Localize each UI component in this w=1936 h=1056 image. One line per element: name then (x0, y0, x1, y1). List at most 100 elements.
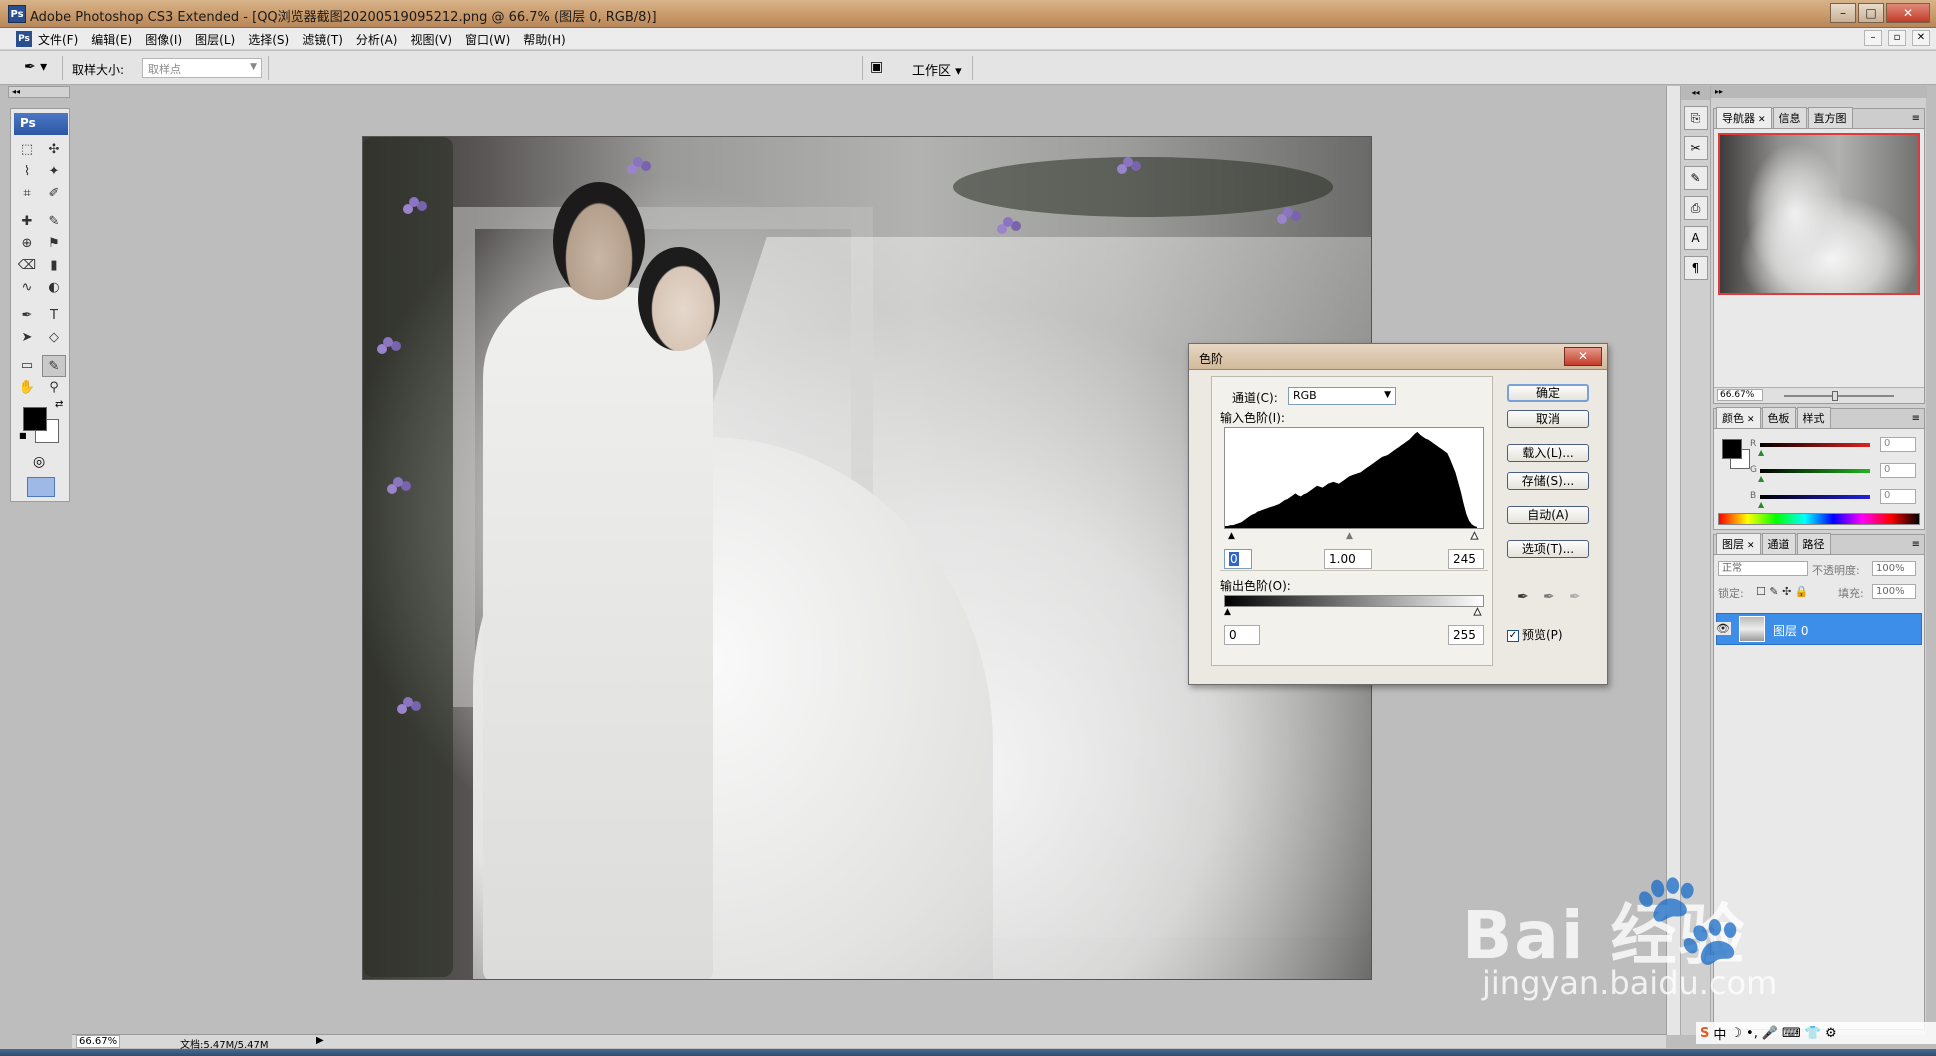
tab-color[interactable]: 颜色 ✕ (1716, 407, 1761, 428)
opacity-field[interactable]: 100% (1872, 561, 1916, 576)
panel-menu-icon[interactable]: ≡ (1912, 539, 1920, 550)
doc-close-button[interactable]: ✕ (1912, 30, 1930, 46)
dialog-close-button[interactable]: ✕ (1564, 347, 1602, 366)
tools-icon[interactable]: ✂ (1683, 136, 1708, 160)
sample-size-select[interactable]: 取样点 ▼ (142, 58, 262, 78)
lasso-tool-icon[interactable]: ⌇ (15, 161, 39, 183)
ok-button[interactable]: 确定 (1507, 384, 1589, 402)
brush-tool-icon[interactable]: ✎ (42, 211, 66, 233)
tab-styles[interactable]: 样式 (1796, 407, 1831, 428)
cancel-button[interactable]: 取消 (1507, 410, 1589, 428)
close-icon[interactable]: ✕ (1747, 541, 1755, 551)
channel-select[interactable]: RGB ▼ (1288, 387, 1396, 405)
tab-layers[interactable]: 图层 ✕ (1716, 533, 1761, 554)
layer-row[interactable]: 👁 图层 0 (1715, 613, 1922, 645)
blend-mode-select[interactable]: 正常 (1718, 561, 1808, 576)
black-eyedropper-icon[interactable]: ✒ (1517, 589, 1529, 605)
expand-panels-icon[interactable]: ◂◂ (1681, 86, 1710, 100)
dodge-tool-icon[interactable]: ◐ (42, 277, 66, 299)
eyedropper-icon[interactable]: ✒ ▾ (24, 59, 56, 77)
navigator-thumbnail[interactable] (1718, 133, 1920, 295)
close-icon[interactable]: ✕ (1758, 115, 1766, 125)
path-selection-tool-icon[interactable]: ➤ (15, 327, 39, 349)
blue-slider[interactable]: B ▲ 0 (1750, 489, 1920, 509)
menu-window[interactable]: 窗口(W) (465, 31, 510, 48)
dock-collapse-strip[interactable]: ▸▸ (1711, 86, 1927, 98)
output-black-field[interactable]: 0 (1224, 625, 1260, 645)
red-slider[interactable]: R ▲ 0 (1750, 437, 1920, 457)
magic-wand-tool-icon[interactable]: ✦ (42, 161, 66, 183)
menu-select[interactable]: 选择(S) (248, 31, 289, 48)
options-button[interactable]: 选项(T)... (1507, 540, 1589, 558)
menu-edit[interactable]: 编辑(E) (91, 31, 132, 48)
punctuation-icon[interactable]: •, (1746, 1026, 1758, 1041)
vertical-scrollbar[interactable] (1666, 86, 1680, 1035)
output-white-handle[interactable]: ▲ (1474, 607, 1482, 618)
swap-colors-icon[interactable]: ⇄ (55, 399, 63, 410)
blur-tool-icon[interactable]: ∿ (15, 277, 39, 299)
menu-layer[interactable]: 图层(L) (195, 31, 235, 48)
input-gamma-field[interactable]: 1.00 (1324, 549, 1372, 569)
output-white-field[interactable]: 255 (1448, 625, 1484, 645)
gamma-handle[interactable]: ▲ (1346, 531, 1353, 541)
pen-tool-icon[interactable]: ✒ (15, 305, 39, 327)
green-value[interactable]: 0 (1880, 463, 1916, 478)
document-icon[interactable]: Ps (16, 31, 32, 47)
paragraph-icon[interactable]: ¶ (1683, 256, 1708, 280)
history-icon[interactable]: ⎘ (1683, 106, 1708, 130)
black-point-handle[interactable]: ▲ (1228, 531, 1235, 541)
healing-brush-tool-icon[interactable]: ✚ (15, 211, 39, 233)
settings-icon[interactable]: ⚙ (1825, 1026, 1837, 1041)
marquee-tool-icon[interactable]: ⬚ (15, 139, 39, 161)
load-button[interactable]: 载入(L)... (1507, 444, 1589, 462)
tab-histogram[interactable]: 直方图 (1807, 107, 1853, 128)
menu-analysis[interactable]: 分析(A) (356, 31, 398, 48)
eyedropper-tool-icon[interactable]: ✎ (42, 355, 66, 377)
ime-mode[interactable]: 中 (1713, 1024, 1726, 1043)
zoom-field[interactable]: 66.67% (76, 1035, 120, 1048)
default-colors-icon[interactable]: ■ (19, 431, 27, 440)
menu-file[interactable]: 文件(F) (38, 31, 78, 48)
quick-mask-icon[interactable]: ◎ (33, 454, 45, 470)
move-tool-icon[interactable]: ✣ (42, 139, 66, 161)
close-icon[interactable]: ✕ (1747, 415, 1755, 425)
white-eyedropper-icon[interactable]: ✒ (1569, 589, 1581, 605)
preview-checkbox[interactable]: ✓ 预览(P) (1507, 626, 1563, 643)
doc-restore-button[interactable]: ▫ (1888, 30, 1906, 46)
type-tool-icon[interactable]: T (42, 305, 66, 327)
panel-menu-icon[interactable]: ≡ (1912, 413, 1920, 424)
notes-tool-icon[interactable]: ▭ (15, 355, 39, 377)
visibility-eye-icon[interactable]: 👁 (1715, 622, 1731, 635)
gradient-tool-icon[interactable]: ▮ (42, 255, 66, 277)
color-fg-swatch[interactable] (1722, 439, 1742, 459)
save-button[interactable]: 存储(S)... (1507, 472, 1589, 490)
workspace-menu[interactable]: 工作区 ▾ (912, 60, 962, 79)
close-button[interactable]: ✕ (1886, 3, 1930, 23)
zoom-slider-track[interactable] (1784, 395, 1894, 397)
play-icon[interactable]: ▶ (316, 1035, 324, 1046)
crop-tool-icon[interactable]: ⌗ (15, 183, 39, 205)
bridge-icon[interactable]: ▣ (870, 59, 883, 75)
panel-menu-icon[interactable]: ≡ (1912, 113, 1920, 124)
input-black-field[interactable]: 0 (1224, 549, 1252, 569)
red-value[interactable]: 0 (1880, 437, 1916, 452)
dialog-title-bar[interactable]: 色阶 ✕ (1189, 344, 1607, 370)
toolbox-collapse-strip[interactable]: ◂◂ (8, 86, 70, 98)
navigator-zoom-field[interactable]: 66.67% (1717, 389, 1763, 401)
doc-minimize-button[interactable]: – (1864, 30, 1882, 46)
lock-icons[interactable]: ☐ ✎ ✣ 🔒 (1756, 585, 1808, 598)
hand-tool-icon[interactable]: ✋ (15, 377, 39, 399)
menu-image[interactable]: 图像(I) (145, 31, 182, 48)
screen-mode-icon[interactable] (27, 477, 55, 497)
output-black-handle[interactable]: ▲ (1224, 607, 1231, 617)
tab-swatches[interactable]: 色板 (1761, 407, 1796, 428)
gray-eyedropper-icon[interactable]: ✒ (1543, 589, 1555, 605)
minimize-button[interactable]: – (1830, 3, 1856, 23)
menu-filter[interactable]: 滤镜(T) (302, 31, 343, 48)
tab-navigator[interactable]: 导航器 ✕ (1716, 107, 1772, 128)
tab-channels[interactable]: 通道 (1761, 533, 1796, 554)
tab-paths[interactable]: 路径 (1796, 533, 1831, 554)
menu-view[interactable]: 视图(V) (410, 31, 452, 48)
character-icon[interactable]: A (1683, 226, 1708, 250)
clone-source-icon[interactable]: ⎙ (1683, 196, 1708, 220)
